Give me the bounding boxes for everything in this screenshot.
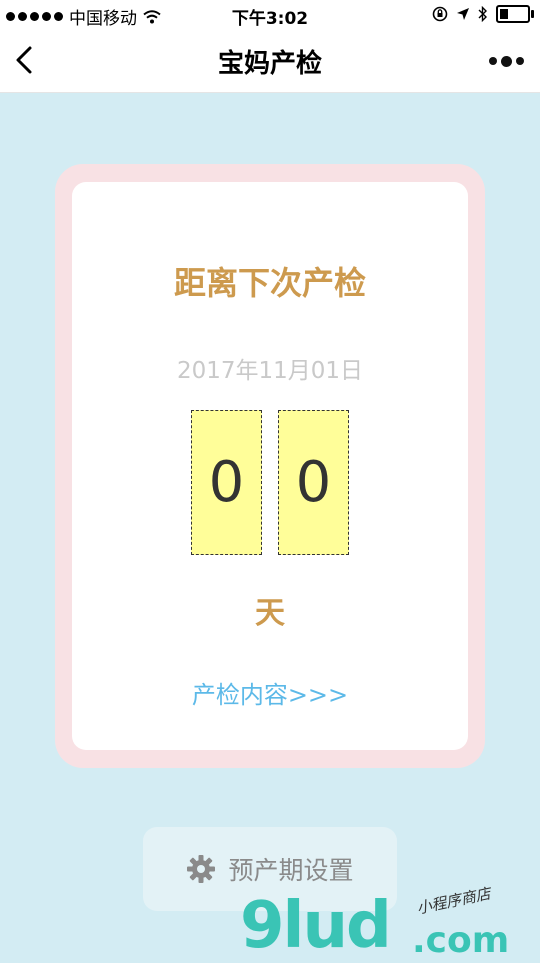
more-dot-center bbox=[500, 55, 512, 67]
countdown-digit-ones: 0 bbox=[278, 410, 349, 555]
more-dots-icon bbox=[488, 57, 497, 65]
status-bar: 中国移动 下午3:02 bbox=[0, 0, 540, 30]
countdown-title: 距离下次产检 bbox=[173, 264, 366, 302]
watermark-brand: 9lud bbox=[240, 889, 392, 963]
battery-fill bbox=[500, 9, 508, 19]
watermark-logo: 9lud 小程序商店 .com bbox=[240, 884, 540, 963]
checkup-content-link[interactable]: 产检内容>>> bbox=[72, 675, 468, 710]
status-right bbox=[432, 5, 534, 23]
gear-icon bbox=[187, 855, 216, 883]
more-button[interactable] bbox=[486, 48, 526, 74]
due-date-settings-label: 预产期设置 bbox=[228, 856, 354, 885]
watermark-slogan: 小程序商店 bbox=[415, 884, 493, 918]
countdown-digit-tens: 0 bbox=[191, 410, 262, 555]
countdown-unit: 天 bbox=[255, 596, 285, 631]
bluetooth-icon bbox=[478, 6, 487, 22]
rotation-lock-icon bbox=[432, 6, 448, 22]
location-icon bbox=[457, 8, 469, 20]
nav-bar: 宝妈产检 bbox=[0, 30, 540, 93]
next-checkup-date: 2017年11月01日 bbox=[176, 358, 364, 384]
more-dot-right bbox=[515, 57, 524, 65]
watermark-domain: .com bbox=[412, 920, 510, 961]
page-title: 宝妈产检 bbox=[217, 49, 322, 79]
battery-icon bbox=[496, 5, 534, 23]
